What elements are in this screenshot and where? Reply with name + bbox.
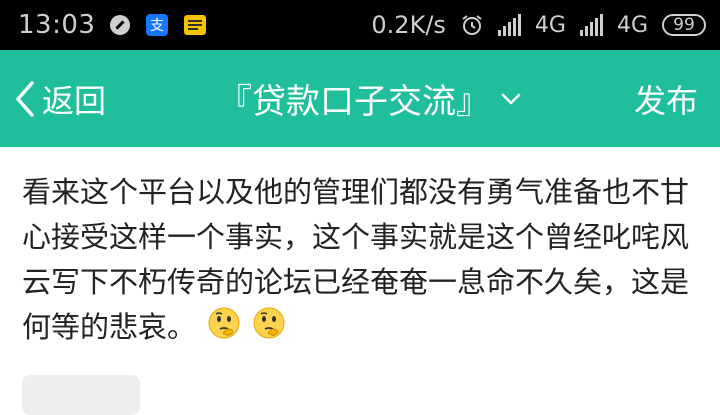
publish-button[interactable]: 发布 — [634, 76, 698, 122]
do-not-disturb-icon — [109, 14, 131, 36]
network-type-1: 4G — [534, 12, 566, 38]
back-button[interactable]: 返回 — [14, 76, 106, 122]
post-text: 看来这个平台以及他的管理们都没有勇气准备也不甘心接受这样一个事实，这个事实就是这… — [22, 175, 690, 344]
post-content: 看来这个平台以及他的管理们都没有勇气准备也不甘心接受这样一个事实，这个事实就是这… — [22, 170, 702, 353]
page-title: 『贷款口子交流』 — [218, 82, 490, 122]
back-label: 返回 — [42, 81, 107, 120]
thinking-face-emoji-icon — [207, 306, 241, 353]
battery-indicator: 99 — [662, 14, 706, 36]
forum-title-dropdown[interactable]: 『贷款口子交流』 — [218, 74, 522, 123]
svg-text:支: 支 — [150, 18, 164, 34]
attachment-placeholder[interactable] — [22, 375, 140, 415]
navigation-bar: 返回 『贷款口子交流』 发布 — [0, 50, 720, 147]
app-notification-icon — [183, 13, 207, 37]
alipay-icon: 支 — [145, 13, 169, 37]
status-bar: 13:03 支 0.2K/s 4G 4G 99 — [0, 0, 720, 50]
chevron-down-icon — [500, 92, 522, 106]
network-type-2: 4G — [616, 12, 648, 38]
network-speed: 0.2K/s — [371, 11, 446, 39]
status-time: 13:03 — [18, 10, 96, 40]
thinking-face-emoji-icon — [252, 306, 286, 353]
chevron-left-icon — [14, 79, 36, 119]
signal-strength-icon — [497, 14, 521, 36]
signal-strength-icon — [579, 14, 603, 36]
alarm-icon — [460, 13, 484, 37]
